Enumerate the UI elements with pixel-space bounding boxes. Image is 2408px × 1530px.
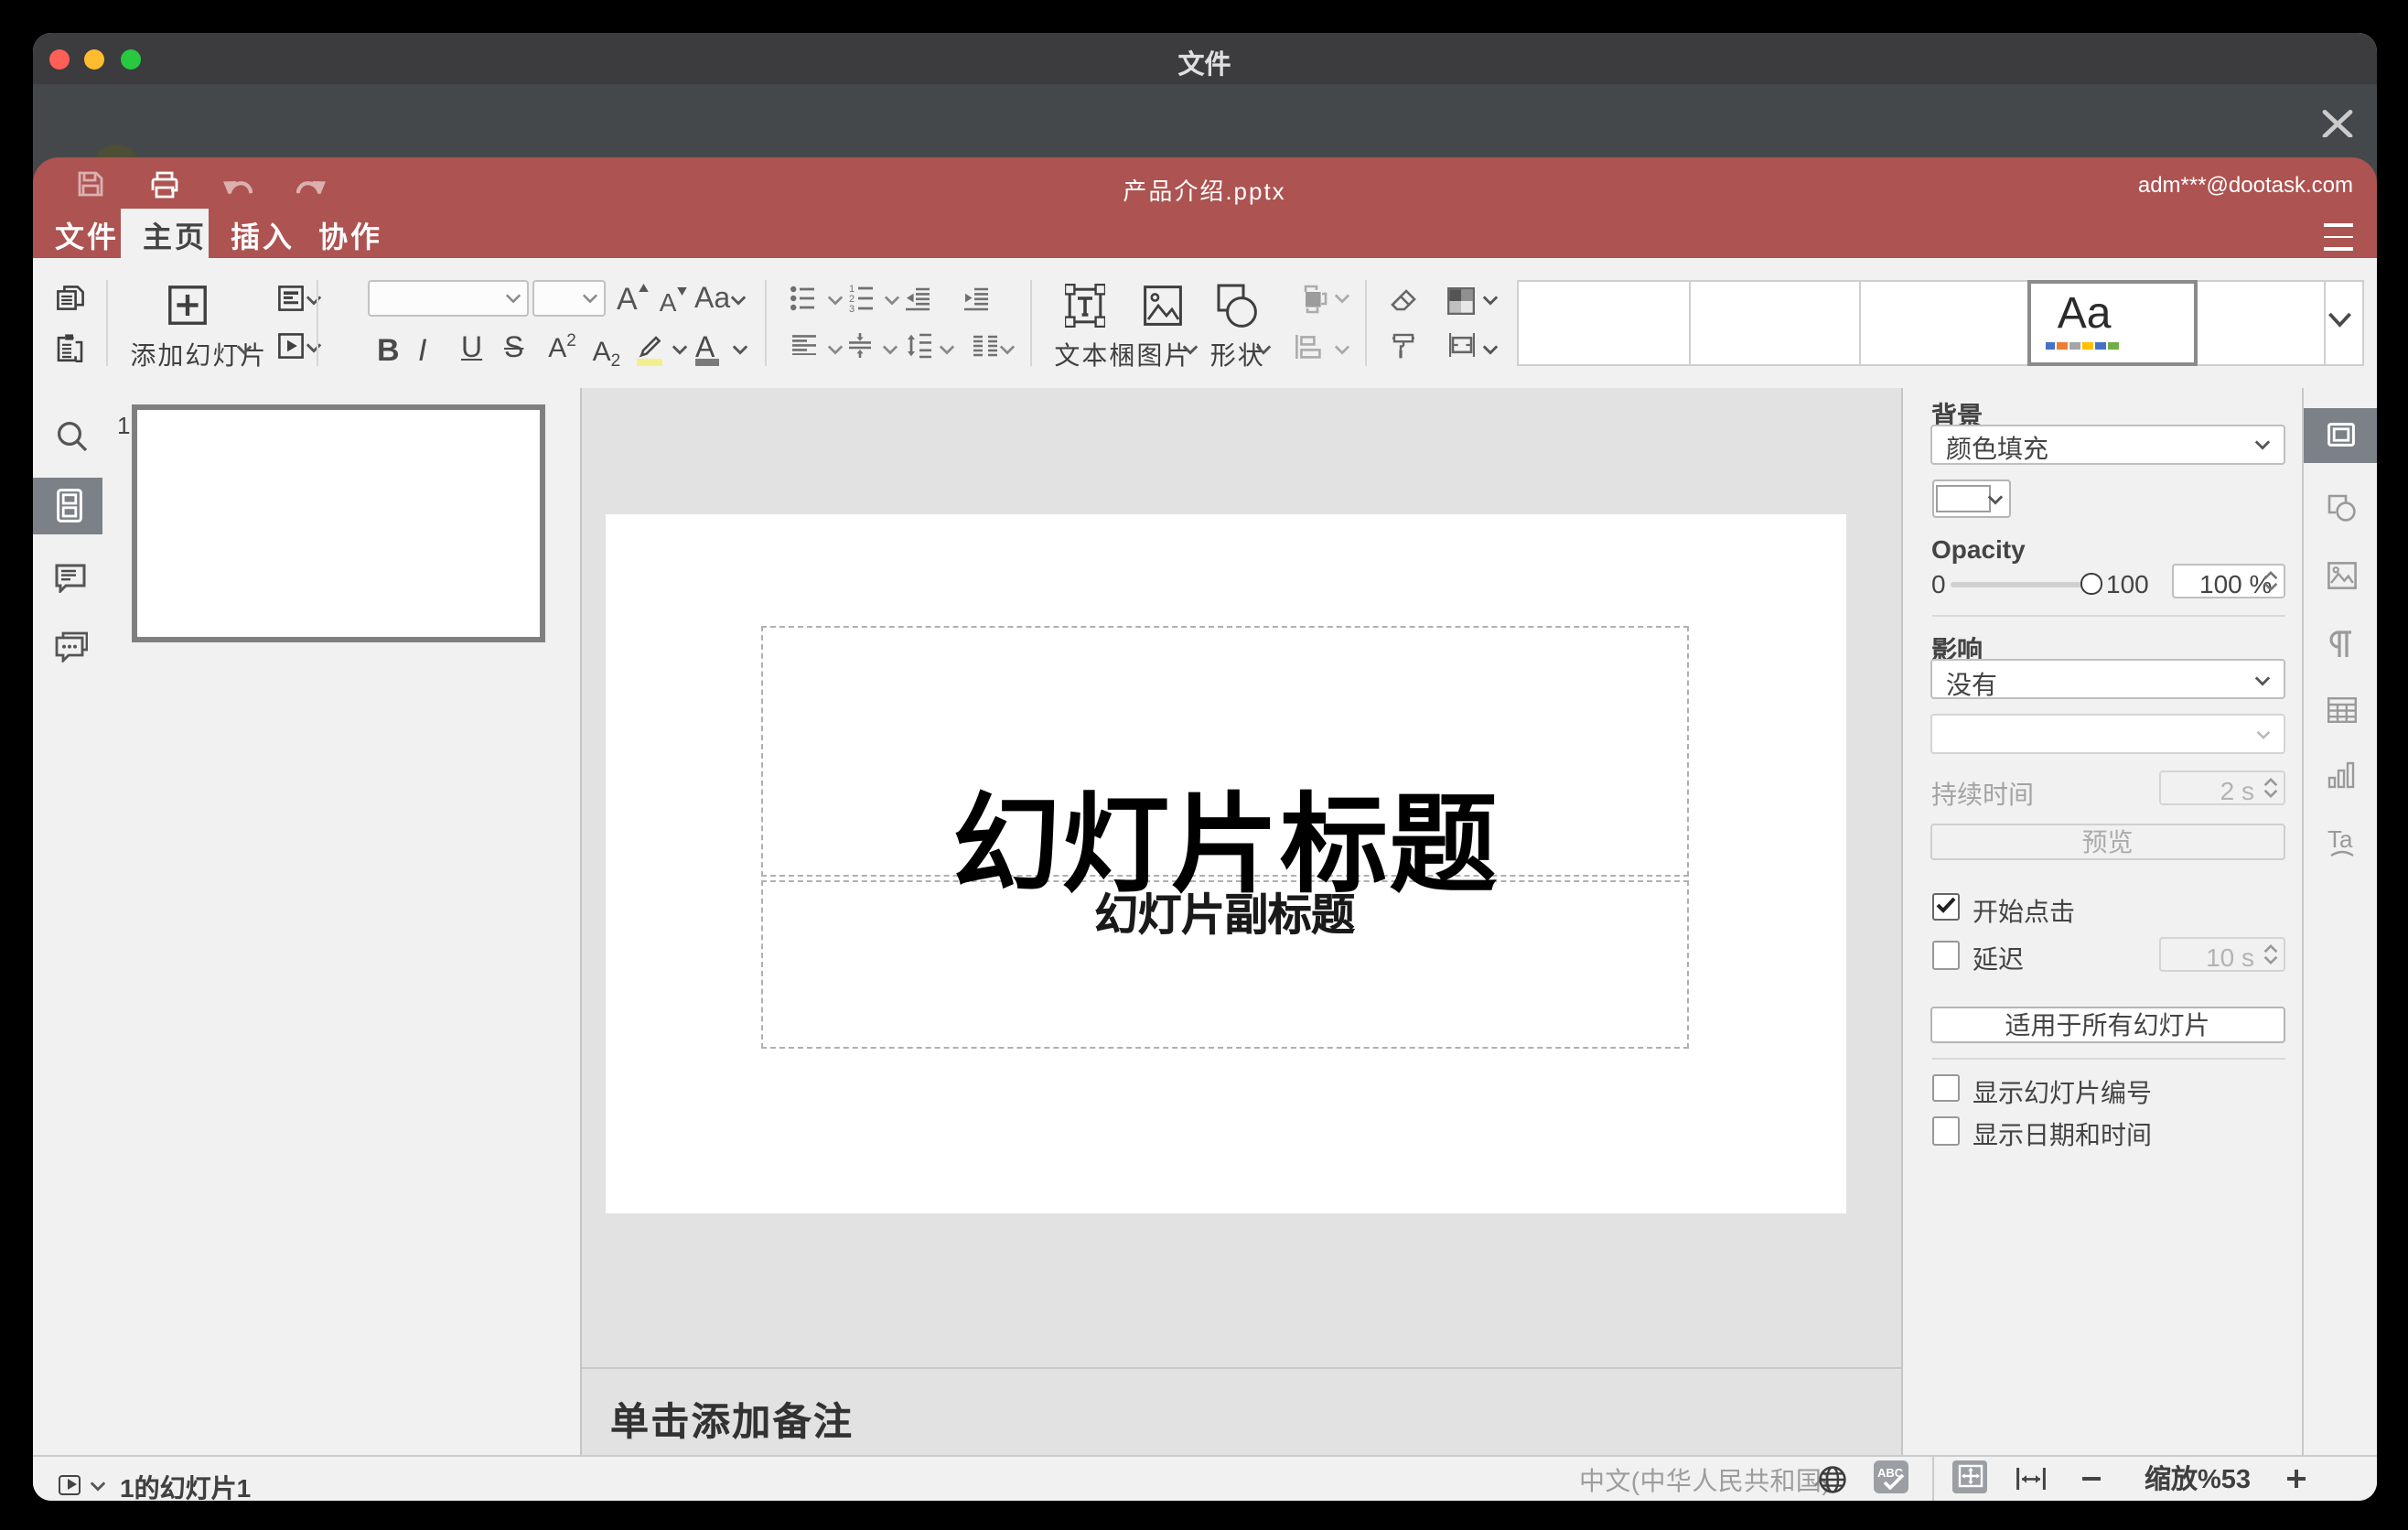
svg-text:Ta: Ta	[2327, 827, 2352, 853]
svg-text:3: 3	[848, 304, 854, 312]
